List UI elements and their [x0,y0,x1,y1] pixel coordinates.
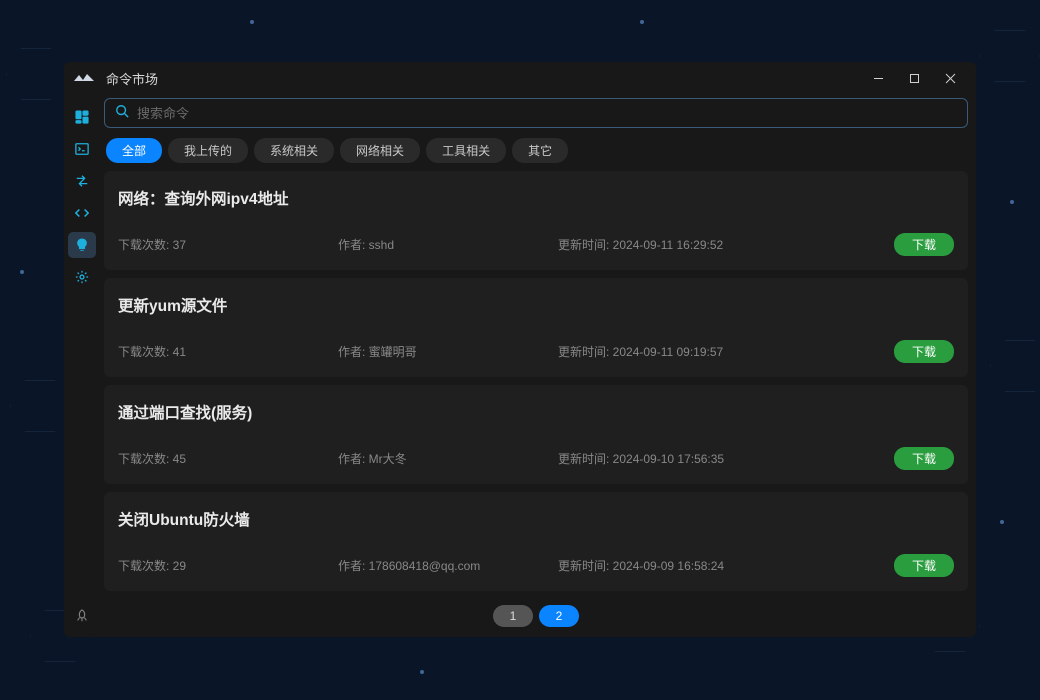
command-card: 通过端口查找(服务) 下载次数: 45 作者: Mr大冬 更新时间: 2024-… [104,385,968,484]
search-input[interactable] [137,106,957,121]
sidebar-item-terminal[interactable] [68,136,96,162]
window-title: 命令市场 [106,69,158,88]
page-button-2[interactable]: 2 [539,605,579,627]
command-card: 更新yum源文件 下载次数: 41 作者: 蜜罐明哥 更新时间: 2024-09… [104,278,968,377]
updated-label: 更新时间: 2024-09-11 09:19:57 [558,343,894,360]
command-list: 网络：查询外网ipv4地址 下载次数: 37 作者: sshd 更新时间: 20… [104,171,968,595]
titlebar: 命令市场 [64,62,976,94]
search-box[interactable] [104,98,968,128]
sidebar-item-transfer[interactable] [68,168,96,194]
author-label: 作者: sshd [338,236,558,253]
command-title: 网络：查询外网ipv4地址 [118,187,954,209]
author-label: 作者: 蜜罐明哥 [338,343,558,360]
sidebar-item-settings[interactable] [68,264,96,290]
close-button[interactable] [932,64,968,92]
filter-mine[interactable]: 我上传的 [168,138,248,163]
author-label: 作者: Mr大冬 [338,450,558,467]
filter-network[interactable]: 网络相关 [340,138,420,163]
pagination: 1 2 [104,595,968,629]
sidebar-item-code[interactable] [68,200,96,226]
download-count: 下载次数: 41 [118,343,338,360]
download-count: 下载次数: 29 [118,557,338,574]
maximize-button[interactable] [896,64,932,92]
updated-label: 更新时间: 2024-09-09 16:58:24 [558,557,894,574]
download-button[interactable]: 下载 [894,340,954,363]
filter-tools[interactable]: 工具相关 [426,138,506,163]
download-button[interactable]: 下载 [894,554,954,577]
filter-system[interactable]: 系统相关 [254,138,334,163]
download-button[interactable]: 下载 [894,233,954,256]
sidebar-item-marketplace[interactable] [68,232,96,258]
sidebar [64,94,100,637]
download-button[interactable]: 下载 [894,447,954,470]
download-count: 下载次数: 45 [118,450,338,467]
updated-label: 更新时间: 2024-09-10 17:56:35 [558,450,894,467]
sidebar-item-rocket[interactable] [68,603,96,629]
filter-other[interactable]: 其它 [512,138,568,163]
minimize-button[interactable] [860,64,896,92]
command-title: 关闭Ubuntu防火墙 [118,508,954,530]
search-icon [115,104,129,123]
download-count: 下载次数: 37 [118,236,338,253]
content-area: 全部 我上传的 系统相关 网络相关 工具相关 其它 网络：查询外网ipv4地址 … [100,94,976,637]
updated-label: 更新时间: 2024-09-11 16:29:52 [558,236,894,253]
app-window: 命令市场 [64,62,976,637]
command-title: 通过端口查找(服务) [118,401,954,423]
filter-all[interactable]: 全部 [106,138,162,163]
author-label: 作者: 178608418@qq.com [338,557,558,574]
app-logo-icon [70,71,98,85]
sidebar-item-dashboard[interactable] [68,104,96,130]
filter-row: 全部 我上传的 系统相关 网络相关 工具相关 其它 [104,128,968,171]
command-title: 更新yum源文件 [118,294,954,316]
page-button-1[interactable]: 1 [493,605,533,627]
command-card: 网络：查询外网ipv4地址 下载次数: 37 作者: sshd 更新时间: 20… [104,171,968,270]
command-card: 关闭Ubuntu防火墙 下载次数: 29 作者: 178608418@qq.co… [104,492,968,591]
